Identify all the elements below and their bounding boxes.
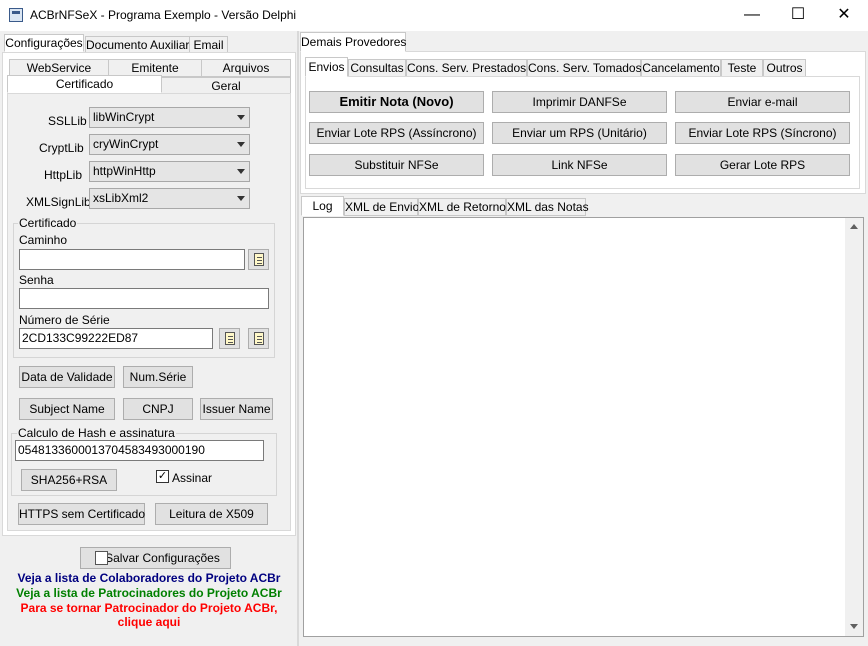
enviar-email-button[interactable]: Enviar e-mail: [675, 91, 850, 113]
document-icon: [225, 332, 235, 345]
cryptlib-value: cryWinCrypt: [93, 137, 159, 151]
tab-cons-serv-prestados[interactable]: Cons. Serv. Prestados: [406, 59, 527, 77]
select-cert-button[interactable]: [248, 328, 269, 349]
serie-label: Número de Série: [19, 313, 110, 327]
salvar-label: Salvar Configurações: [105, 551, 220, 565]
caminho-label: Caminho: [19, 233, 68, 247]
leitura-x509-button[interactable]: Leitura de X509: [155, 503, 268, 525]
hash-group-title: Calculo de Hash e assinatura: [17, 426, 176, 440]
tab-xml-envio[interactable]: XML de Envio: [344, 198, 419, 216]
link-colaboradores[interactable]: Veja a lista de Colaboradores do Projeto…: [2, 571, 296, 585]
window-title: ACBrNFSeX - Programa Exemplo - Versão De…: [30, 8, 297, 22]
tab-log[interactable]: Log: [301, 196, 344, 216]
issuer-name-button[interactable]: Issuer Name: [200, 398, 273, 420]
link-nfse-button[interactable]: Link NFSe: [492, 154, 667, 176]
cryptlib-label: CryptLib: [39, 141, 84, 155]
ssllib-select[interactable]: libWinCrypt: [89, 107, 250, 128]
certificado-group-title: Certificado: [18, 216, 78, 230]
chevron-down-icon: [237, 169, 245, 174]
tab-consultas[interactable]: Consultas: [348, 59, 406, 77]
num-serie-button[interactable]: Num.Série: [123, 366, 193, 388]
subject-name-button[interactable]: Subject Name: [19, 398, 115, 420]
minimize-button[interactable]: —: [729, 0, 775, 31]
xmlsignlib-value: xsLibXml2: [93, 191, 149, 205]
senha-field[interactable]: [19, 288, 269, 309]
assinar-label: Assinar: [172, 471, 213, 485]
tab-xml-notas[interactable]: XML das Notas: [506, 198, 589, 216]
tab-envios[interactable]: Envios: [305, 57, 348, 77]
maximize-button[interactable]: ☐: [775, 0, 821, 31]
sha256-rsa-button[interactable]: SHA256+RSA: [21, 469, 117, 491]
scroll-up-icon[interactable]: [850, 224, 858, 229]
tab-cancelamento[interactable]: Cancelamento: [641, 59, 721, 77]
cryptlib-select[interactable]: cryWinCrypt: [89, 134, 250, 155]
substituir-nfse-button[interactable]: Substituir NFSe: [309, 154, 484, 176]
title-bar: ACBrNFSeX - Programa Exemplo - Versão De…: [0, 0, 868, 31]
link-patrocinadores[interactable]: Veja a lista de Patrocinadores do Projet…: [2, 586, 296, 600]
hash-field[interactable]: 05481336000137045834930001​90: [15, 440, 264, 461]
tab-certificado[interactable]: Certificado: [7, 75, 162, 93]
enviar-lote-async-button[interactable]: Enviar Lote RPS (Assíncrono): [309, 122, 484, 144]
data-validade-button[interactable]: Data de Validade: [19, 366, 115, 388]
ssllib-value: libWinCrypt: [93, 110, 155, 124]
tab-arquivos[interactable]: Arquivos: [201, 59, 291, 77]
xmlsignlib-label: XMLSignLib: [26, 195, 91, 209]
enviar-lote-sync-button[interactable]: Enviar Lote RPS (Síncrono): [675, 122, 850, 144]
splitter[interactable]: [297, 31, 299, 646]
imprimir-danfse-button[interactable]: Imprimir DANFSe: [492, 91, 667, 113]
select-serie-button[interactable]: [219, 328, 240, 349]
chevron-down-icon: [237, 196, 245, 201]
tab-demais-provedores[interactable]: Demais Provedores: [300, 32, 406, 52]
senha-label: Senha: [19, 273, 54, 287]
browse-caminho-button[interactable]: [248, 249, 269, 270]
httplib-label: HttpLib: [44, 168, 83, 182]
tab-xml-retorno[interactable]: XML de Retorno: [418, 198, 506, 216]
save-icon: [95, 551, 108, 565]
cnpj-button[interactable]: CNPJ: [123, 398, 193, 420]
tab-cons-serv-tomados[interactable]: Cons. Serv. Tomados: [527, 59, 642, 77]
assinar-checkbox[interactable]: ✓: [156, 470, 169, 483]
gerar-lote-rps-button[interactable]: Gerar Lote RPS: [675, 154, 850, 176]
log-textarea[interactable]: [303, 217, 864, 637]
xmlsignlib-select[interactable]: xsLibXml2: [89, 188, 250, 209]
tab-outros[interactable]: Outros: [763, 59, 806, 77]
document-icon: [254, 332, 264, 345]
https-sem-certificado-button[interactable]: HTTPS sem Certificado: [18, 503, 145, 525]
httplib-value: httpWinHttp: [93, 164, 156, 178]
caminho-field[interactable]: [19, 249, 245, 270]
log-scrollbar[interactable]: [845, 218, 863, 636]
link-clique-aqui[interactable]: clique aqui: [2, 615, 296, 629]
scroll-down-icon[interactable]: [850, 624, 858, 629]
serie-field[interactable]: 2CD133C99222ED87: [19, 328, 213, 349]
enviar-um-rps-button[interactable]: Enviar um RPS (Unitário): [492, 122, 667, 144]
chevron-down-icon: [237, 115, 245, 120]
httplib-select[interactable]: httpWinHttp: [89, 161, 250, 182]
document-icon: [254, 253, 264, 266]
app-icon: [9, 8, 23, 22]
salvar-configuracoes-button[interactable]: Salvar Configurações: [80, 547, 231, 569]
close-button[interactable]: ✕: [821, 0, 867, 31]
emitir-nota-button[interactable]: Emitir Nota (Novo): [309, 91, 484, 113]
tab-configuracoes[interactable]: Configurações: [4, 34, 84, 52]
ssllib-label: SSLLib: [48, 114, 87, 128]
tab-teste[interactable]: Teste: [721, 59, 763, 77]
chevron-down-icon: [237, 142, 245, 147]
link-tornar-patrocinador[interactable]: Para se tornar Patrocinador do Projeto A…: [2, 601, 296, 615]
